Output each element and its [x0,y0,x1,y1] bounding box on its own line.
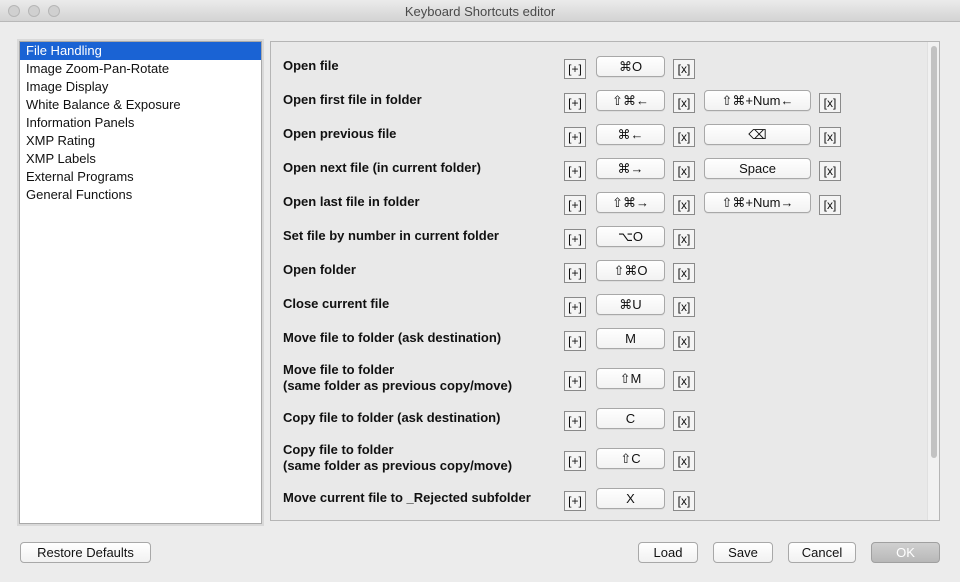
ok-button[interactable]: OK [871,542,940,563]
remove-shortcut-button[interactable]: [x] [673,161,695,181]
shortcut-label: Set file by number in current folder [283,228,499,243]
shortcut-key-button[interactable]: ⇧⌘+Num→ [704,192,811,213]
add-shortcut-button[interactable]: [+] [564,371,586,391]
remove-shortcut-button[interactable]: [x] [673,331,695,351]
remove-shortcut-button[interactable]: [x] [673,263,695,283]
title-bar: Keyboard Shortcuts editor [0,0,960,22]
remove-shortcut-button[interactable]: [x] [819,161,841,181]
shortcut-label: Open last file in folder [283,194,420,209]
shortcut-key-button[interactable]: ⌘← [596,124,665,145]
remove-shortcut-button[interactable]: [x] [819,127,841,147]
add-shortcut-button[interactable]: [+] [564,229,586,249]
sidebar-item-xmp-rating[interactable]: XMP Rating [20,132,261,150]
shortcut-label: Open folder [283,262,356,277]
shortcut-key-button[interactable]: ⇧C [596,448,665,469]
sidebar-item-image-display[interactable]: Image Display [20,78,261,96]
window-title: Keyboard Shortcuts editor [404,4,556,19]
shortcut-key-button[interactable]: ⇧⌘→ [596,192,665,213]
remove-shortcut-button[interactable]: [x] [673,411,695,431]
shortcut-key-button[interactable]: C [596,408,665,429]
remove-shortcut-button[interactable]: [x] [819,93,841,113]
sidebar-item-image-zoom-pan-rotate[interactable]: Image Zoom-Pan-Rotate [20,60,261,78]
add-shortcut-button[interactable]: [+] [564,297,586,317]
shortcut-key-button[interactable]: X [596,488,665,509]
shortcut-label: Open next file (in current folder) [283,160,481,175]
shortcut-label: Copy file to folder [283,442,394,457]
shortcut-label-detail: (same folder as previous copy/move) [283,458,513,473]
shortcut-key-button[interactable]: ⇧⌘+Num← [704,90,811,111]
shortcuts-panel: Open file [+] ⌘O [x] Open first file in … [270,41,940,521]
add-shortcut-button[interactable]: [+] [564,451,586,471]
sidebar-item-general-functions[interactable]: General Functions [20,186,261,204]
vertical-scrollbar[interactable] [927,42,939,520]
sidebar-item-external-programs[interactable]: External Programs [20,168,261,186]
shortcut-key-button[interactable]: ⇧⌘← [596,90,665,111]
shortcut-label: Open previous file [283,126,397,141]
remove-shortcut-button[interactable]: [x] [673,371,695,391]
remove-shortcut-button[interactable]: [x] [673,491,695,511]
save-button[interactable]: Save [713,542,773,563]
remove-shortcut-button[interactable]: [x] [673,195,695,215]
remove-shortcut-button[interactable]: [x] [673,93,695,113]
shortcut-key-button[interactable]: ⌘→ [596,158,665,179]
remove-shortcut-button[interactable]: [x] [673,451,695,471]
load-button[interactable]: Load [638,542,698,563]
shortcut-key-button[interactable]: ⌫ [704,124,811,145]
sidebar-item-information-panels[interactable]: Information Panels [20,114,261,132]
shortcut-label: Close current file [283,296,390,311]
remove-shortcut-button[interactable]: [x] [673,59,695,79]
cancel-button[interactable]: Cancel [788,542,856,563]
add-shortcut-button[interactable]: [+] [564,411,586,431]
add-shortcut-button[interactable]: [+] [564,491,586,511]
shortcut-key-button[interactable]: Space [704,158,811,179]
scrollbar-thumb[interactable] [931,46,937,458]
shortcut-label: Open file [283,58,339,73]
shortcut-label: Move file to folder (ask destination) [283,330,502,345]
add-shortcut-button[interactable]: [+] [564,331,586,351]
add-shortcut-button[interactable]: [+] [564,59,586,79]
shortcut-key-button[interactable]: ⇧⌘O [596,260,665,281]
sidebar-item-white-balance-exposure[interactable]: White Balance & Exposure [20,96,261,114]
shortcut-label: Open first file in folder [283,92,422,107]
shortcut-key-button[interactable]: ⌘U [596,294,665,315]
category-list: File Handling Image Zoom-Pan-Rotate Imag… [19,41,262,524]
shortcut-label: Copy file to folder (ask destination) [283,410,501,425]
add-shortcut-button[interactable]: [+] [564,195,586,215]
remove-shortcut-button[interactable]: [x] [673,297,695,317]
shortcut-label: Move current file to _Rejected subfolder [283,490,531,505]
shortcut-label-detail: (same folder as previous copy/move) [283,378,513,393]
shortcut-key-button[interactable]: M [596,328,665,349]
shortcut-key-button[interactable]: ⇧M [596,368,665,389]
shortcut-label: Move file to folder [283,362,395,377]
remove-shortcut-button[interactable]: [x] [673,127,695,147]
remove-shortcut-button[interactable]: [x] [673,229,695,249]
add-shortcut-button[interactable]: [+] [564,161,586,181]
sidebar-item-xmp-labels[interactable]: XMP Labels [20,150,261,168]
shortcut-key-button[interactable]: ⌘O [596,56,665,77]
add-shortcut-button[interactable]: [+] [564,263,586,283]
sidebar-item-file-handling[interactable]: File Handling [20,42,261,60]
remove-shortcut-button[interactable]: [x] [819,195,841,215]
add-shortcut-button[interactable]: [+] [564,93,586,113]
shortcut-key-button[interactable]: ⌥O [596,226,665,247]
restore-defaults-button[interactable]: Restore Defaults [20,542,151,563]
add-shortcut-button[interactable]: [+] [564,127,586,147]
